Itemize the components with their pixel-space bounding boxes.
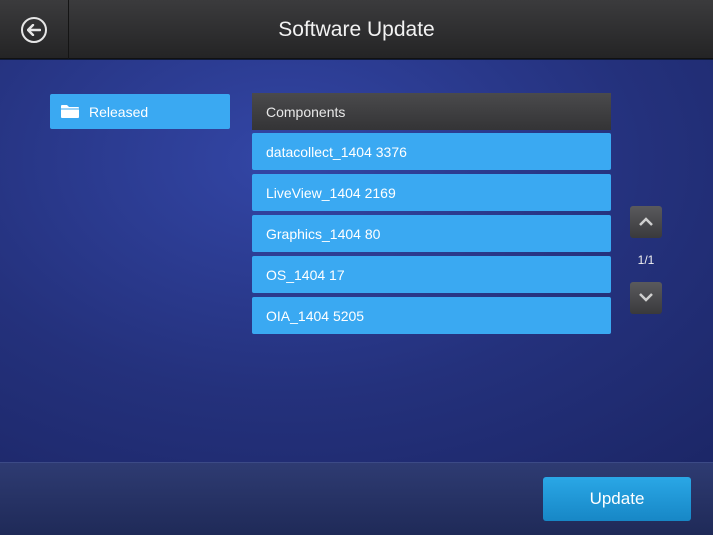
components-list: datacollect_1404 3376 LiveView_1404 2169… xyxy=(252,133,611,338)
scroll-up-button[interactable] xyxy=(630,206,662,238)
list-item[interactable]: LiveView_1404 2169 xyxy=(252,174,611,211)
main-panel: Released Components datacollect_1404 337… xyxy=(0,60,713,462)
update-button[interactable]: Update xyxy=(543,477,691,521)
list-item[interactable]: OIA_1404 5205 xyxy=(252,297,611,334)
footer-bar: Update xyxy=(0,462,713,535)
list-item[interactable]: Graphics_1404 80 xyxy=(252,215,611,252)
folder-label: Released xyxy=(89,103,149,120)
list-item[interactable]: datacollect_1404 3376 xyxy=(252,133,611,170)
list-item[interactable]: OS_1404 17 xyxy=(252,256,611,293)
chevron-up-icon xyxy=(639,213,653,231)
components-header: Components xyxy=(252,93,611,130)
page-indicator: 1/1 xyxy=(637,253,655,267)
folder-icon xyxy=(60,104,80,119)
title-bar: Software Update xyxy=(0,0,713,59)
page-title: Software Update xyxy=(278,18,435,41)
scroll-down-button[interactable] xyxy=(630,282,662,314)
folder-released-button[interactable]: Released xyxy=(50,94,230,129)
chevron-down-icon xyxy=(639,289,653,307)
